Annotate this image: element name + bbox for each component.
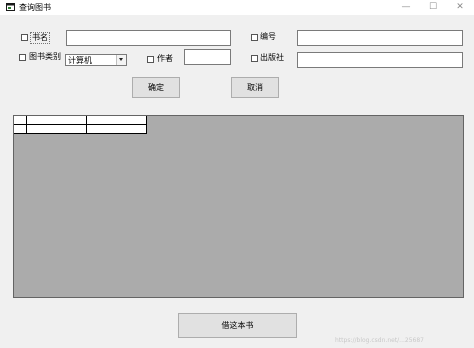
grid-cell[interactable] (87, 125, 147, 134)
book-name-input[interactable] (66, 30, 231, 46)
book-name-checkbox[interactable] (21, 34, 28, 41)
cancel-button[interactable]: 取消 (231, 77, 279, 98)
publisher-checkbox[interactable] (251, 55, 258, 62)
author-label: 作者 (157, 54, 173, 63)
maximize-button[interactable]: ☐ (419, 1, 447, 14)
category-selected-value: 计算机 (68, 56, 92, 65)
number-label: 编号 (260, 32, 276, 41)
chevron-down-icon[interactable] (116, 55, 126, 65)
number-checkbox[interactable] (251, 34, 258, 41)
grid-column-header[interactable] (27, 116, 87, 125)
window-title: 查询图书 (19, 3, 51, 12)
publisher-label: 出版社 (260, 53, 284, 62)
author-input[interactable] (184, 49, 231, 65)
app-icon (6, 3, 15, 11)
results-grid[interactable] (13, 115, 464, 298)
grid-cell[interactable] (27, 125, 87, 134)
grid-row-header[interactable] (14, 125, 27, 134)
close-button[interactable]: ✕ (446, 1, 474, 14)
borrow-book-button[interactable]: 借这本书 (178, 313, 297, 338)
number-input[interactable] (297, 30, 463, 46)
category-label: 图书类别 (29, 52, 61, 61)
author-checkbox[interactable] (147, 56, 154, 63)
grid-corner-cell[interactable] (14, 116, 27, 125)
confirm-button[interactable]: 确定 (132, 77, 180, 98)
grid-column-header[interactable] (87, 116, 147, 125)
title-bar[interactable]: 查询图书 — ☐ ✕ (0, 0, 474, 15)
minimize-button[interactable]: — (392, 1, 420, 14)
book-name-label: 书名 (30, 32, 50, 44)
watermark-text: https://blog.csdn.net/...25687 (335, 337, 424, 344)
publisher-input[interactable] (297, 52, 463, 68)
category-checkbox[interactable] (19, 54, 26, 61)
category-select[interactable]: 计算机 (65, 54, 127, 66)
